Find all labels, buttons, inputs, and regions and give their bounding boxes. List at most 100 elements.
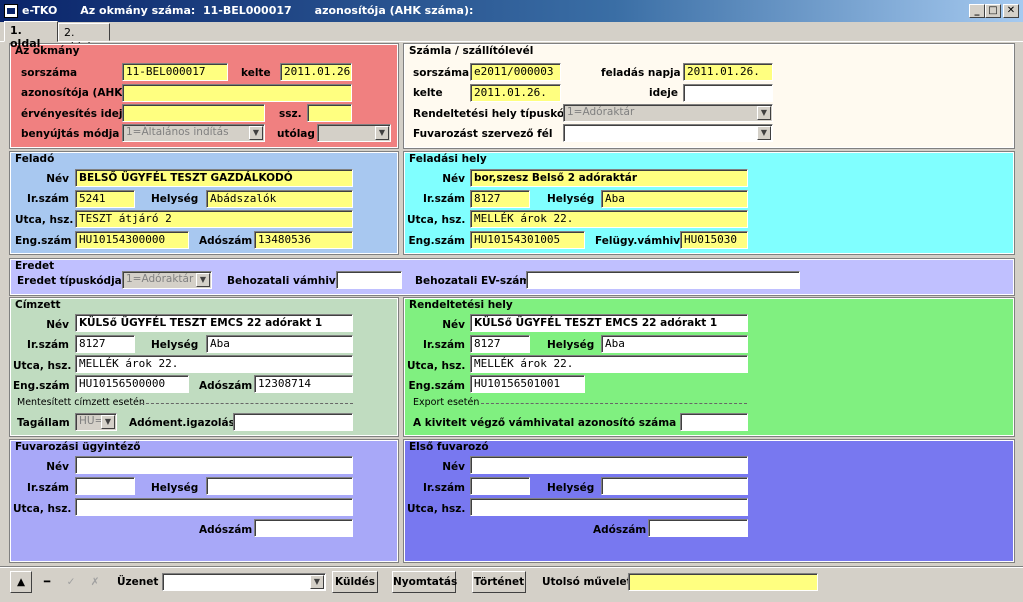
felado-irsz-field[interactable]: 5241 (75, 190, 135, 208)
feladasi-irsz-field[interactable]: 8127 (470, 190, 530, 208)
eredet-behoz-field[interactable] (336, 271, 402, 289)
rendeltetesi-eng-label: Eng.szám (408, 380, 465, 392)
feladasi-felugy-field[interactable]: HU015030 (680, 231, 748, 249)
eredet-tipus-select[interactable]: 1=Adóraktár ▼ (122, 271, 212, 289)
rendeltetesi-eng-field[interactable]: HU10156501001 (470, 375, 585, 393)
felado-utca-field[interactable]: TESZT átjáró 2 (75, 210, 353, 228)
okmany-benyujtas-label: benyújtás módja (21, 128, 120, 140)
nyomtatas-button[interactable]: Nyomtatás (392, 571, 457, 593)
elso-nev-field[interactable] (470, 456, 748, 474)
chevron-down-icon[interactable]: ▼ (310, 575, 324, 589)
chevron-down-icon[interactable]: ▼ (196, 273, 210, 287)
okmany-kelte-field[interactable]: 2011.01.26. (280, 63, 352, 81)
feladasi-nev-field[interactable]: bor,szesz Belső 2 adóraktár (470, 169, 748, 187)
elso-nev-label: Név (442, 461, 465, 473)
uzenet-label: Üzenet (117, 576, 159, 588)
cimzett-irsz-field[interactable]: 8127 (75, 335, 135, 353)
cimzett-adoment-label: Adóment.igazolás (129, 417, 235, 429)
minus-button[interactable]: ━ (36, 571, 58, 593)
chevron-down-icon[interactable]: ▼ (375, 126, 389, 140)
okmany-azon-field[interactable] (122, 84, 352, 102)
cimzett-helyseg-field[interactable]: Aba (206, 335, 353, 353)
feladasi-helyseg-label: Helység (547, 193, 595, 205)
fuvarozasi-nev-field[interactable] (75, 456, 353, 474)
uzenet-select[interactable]: ▼ (162, 573, 326, 591)
feladasi-eng-label: Eng.szám (408, 235, 465, 247)
okmany-sorszam-field[interactable]: 11-BEL000017 (122, 63, 228, 81)
chevron-down-icon[interactable]: ▼ (249, 126, 263, 140)
up-arrow-button[interactable]: ▲ (10, 571, 32, 593)
kuldes-button[interactable]: Küldés (332, 571, 378, 593)
feladasi-utca-field[interactable]: MELLÉK árok 22. (470, 210, 748, 228)
szamla-rend-select[interactable]: 1=Adóraktár ▼ (563, 104, 773, 122)
cancel-button[interactable]: ✗ (84, 571, 106, 593)
szamla-ideje-field[interactable] (683, 84, 773, 102)
feladasi-utca-label: Utca, hsz. (407, 214, 466, 226)
fuvarozasi-panel: Fuvarozási ügyintéző Név Ir.szám Helység… (9, 439, 399, 563)
rendeltetesi-nev-field[interactable]: KÜLSő ÜGYFÉL TESZT EMCS 22 adórakt 1 (470, 314, 748, 332)
okmany-benyujtas-select[interactable]: 1=Általános indítás ▼ (122, 124, 265, 142)
eredet-ev-label: Behozatali EV-szám (415, 275, 531, 287)
rendeltetesi-helyseg-field[interactable]: Aba (601, 335, 748, 353)
okmany-utolag-select[interactable]: ▼ (317, 124, 391, 142)
rendeltetesi-utca-label: Utca, hsz. (407, 360, 466, 372)
fuvarozasi-utca-label: Utca, hsz. (13, 503, 72, 515)
felado-irsz-label: Ir.szám (27, 193, 69, 205)
app-icon (4, 4, 18, 18)
felado-helyseg-field[interactable]: Abádszalók (206, 190, 353, 208)
maximize-button[interactable]: □ (985, 4, 1001, 18)
szamla-sorszam-field[interactable]: e2011/000003 (470, 63, 561, 81)
close-button[interactable]: ✕ (1003, 4, 1019, 18)
elso-irsz-field[interactable] (470, 477, 530, 495)
cimzett-eng-field[interactable]: HU10156500000 (75, 375, 189, 393)
fuvarozasi-helyseg-field[interactable] (206, 477, 353, 495)
felado-nev-field[interactable]: BELSŐ ÜGYFÉL TESZT GAZDÁLKODÓ (75, 169, 353, 187)
title-bar[interactable]: e-TKO Az okmány száma: 11-BEL000017 azon… (0, 0, 1023, 22)
divider (481, 403, 747, 404)
elso-title: Első fuvarozó (409, 441, 489, 453)
okmany-erv-field[interactable] (122, 104, 265, 122)
szamla-feladas-label: feladás napja (601, 67, 681, 79)
fuvarozasi-nev-label: Név (46, 461, 69, 473)
tab-page-1[interactable]: 1. oldal (4, 21, 58, 50)
fuvarozasi-helyseg-label: Helység (151, 482, 199, 494)
check-button[interactable]: ✓ (60, 571, 82, 593)
felado-adoszam-field[interactable]: 13480536 (254, 231, 353, 249)
szamla-sorszam-label: sorszáma (413, 67, 470, 79)
chevron-down-icon[interactable]: ▼ (757, 126, 771, 140)
fuvarozasi-adoszam-field[interactable] (254, 519, 353, 537)
minimize-button[interactable]: _ (969, 4, 985, 18)
rendeltetesi-kivitel-field[interactable] (680, 413, 748, 431)
eredet-panel: Eredet Eredet típuskódja 1=Adóraktár ▼ Be… (9, 258, 1015, 296)
szamla-fuv-label: Fuvarozást szervező fél (413, 128, 553, 140)
eredet-ev-field[interactable] (526, 271, 800, 289)
feladasi-helyseg-field[interactable]: Aba (601, 190, 748, 208)
elso-utca-label: Utca, hsz. (407, 503, 466, 515)
cimzett-adoszam-field[interactable]: 12308714 (254, 375, 353, 393)
elso-helyseg-field[interactable] (601, 477, 748, 495)
szamla-feladas-field[interactable]: 2011.01.26. (683, 63, 773, 81)
szamla-fuv-select[interactable]: ▼ (563, 124, 773, 142)
rendeltetesi-irsz-field[interactable]: 8127 (470, 335, 530, 353)
elso-utca-field[interactable] (470, 498, 748, 516)
okmany-ssz-field[interactable] (307, 104, 352, 122)
tab-page-2[interactable]: 2. oldal (58, 23, 110, 52)
feladasi-eng-field[interactable]: HU10154301005 (470, 231, 585, 249)
elso-irsz-label: Ir.szám (423, 482, 465, 494)
felado-eng-field[interactable]: HU10154300000 (75, 231, 189, 249)
szamla-kelte-field[interactable]: 2011.01.26. (470, 84, 561, 102)
cimzett-tagallam-select[interactable]: HU= ▼ (75, 413, 117, 431)
utolso-label: Utolsó művelet (542, 576, 632, 588)
rendeltetesi-utca-field[interactable]: MELLÉK árok 22. (470, 355, 748, 373)
cimzett-nev-field[interactable]: KÜLSő ÜGYFÉL TESZT EMCS 22 adórakt 1 (75, 314, 353, 332)
x-icon: ✗ (90, 576, 100, 588)
chevron-down-icon[interactable]: ▼ (101, 415, 115, 429)
cimzett-utca-field[interactable]: MELLÉK árok 22. (75, 355, 353, 373)
fuvarozasi-irsz-field[interactable] (75, 477, 135, 495)
elso-adoszam-field[interactable] (648, 519, 748, 537)
fuvarozasi-utca-field[interactable] (75, 498, 353, 516)
cimzett-adoment-field[interactable] (233, 413, 353, 431)
tortenet-button[interactable]: Történet (472, 571, 526, 593)
rendeltetesi-export-note: Export esetén (413, 397, 480, 408)
chevron-down-icon[interactable]: ▼ (757, 106, 771, 120)
